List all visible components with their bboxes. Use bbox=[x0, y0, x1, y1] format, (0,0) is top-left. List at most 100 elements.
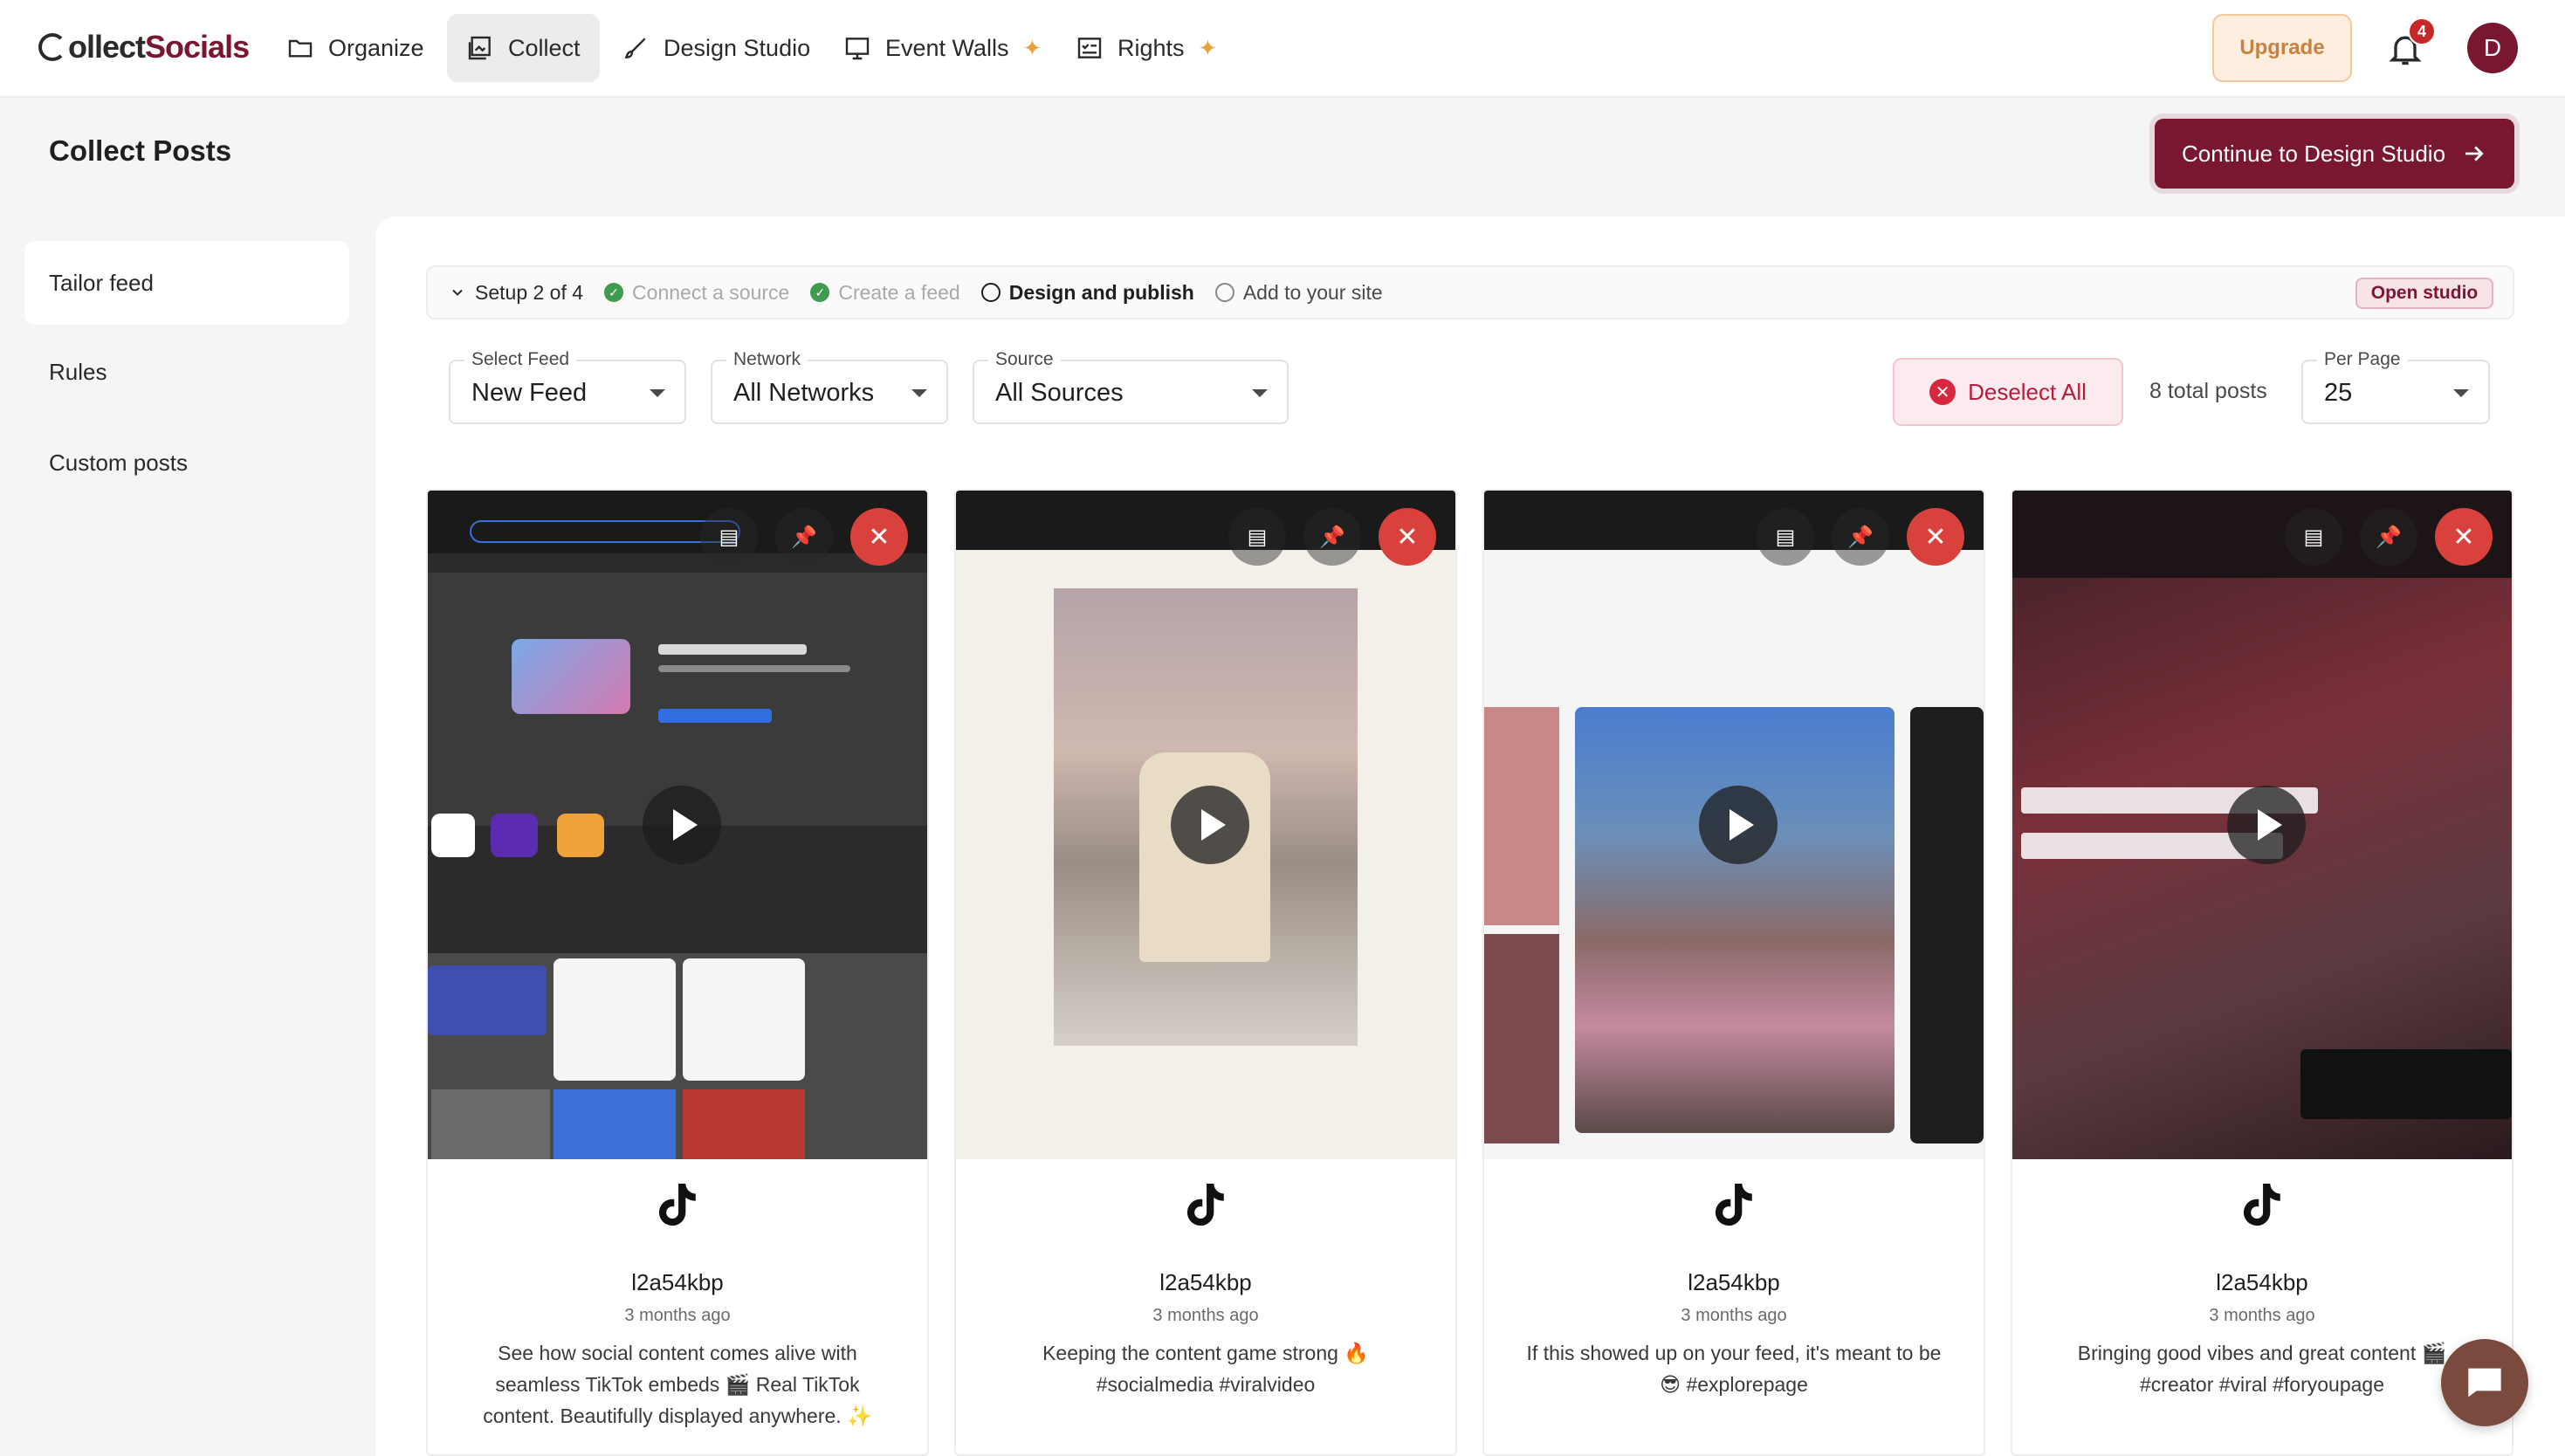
post-caption: Keeping the content game strong 🔥 #socia… bbox=[1042, 1342, 1369, 1396]
select-feed-dropdown[interactable]: Select Feed New Feed bbox=[449, 349, 686, 424]
sidebar-item-rules[interactable]: Rules bbox=[24, 330, 349, 414]
setup-step-connect[interactable]: ✓ Connect a source bbox=[604, 281, 789, 305]
network-label: Network bbox=[726, 349, 808, 370]
sidebar-item-tailor-feed[interactable]: Tailor feed bbox=[24, 241, 349, 325]
remove-post-button[interactable]: ✕ bbox=[2435, 508, 2493, 566]
avatar[interactable]: D bbox=[2467, 23, 2518, 73]
post-time: 3 months ago bbox=[1681, 1306, 1787, 1325]
per-page-label: Per Page bbox=[2317, 349, 2408, 370]
post-author: l2a54kbp bbox=[1688, 1269, 1780, 1295]
select-feed-value: New Feed bbox=[471, 379, 588, 407]
play-icon[interactable] bbox=[1699, 786, 1778, 864]
rights-icon bbox=[1077, 38, 1102, 58]
check-icon: ✓ bbox=[810, 283, 830, 302]
moderate-icon[interactable]: ▤ bbox=[700, 508, 758, 566]
setup-toggle[interactable]: Setup 2 of 4 bbox=[449, 281, 583, 305]
moderate-icon[interactable]: ▤ bbox=[1757, 508, 1814, 566]
chevron-down-icon bbox=[452, 289, 463, 296]
moderate-icon[interactable]: ▤ bbox=[2285, 508, 2342, 566]
nav-organize[interactable]: Organize bbox=[267, 14, 444, 82]
nav-event-walls-label: Event Walls bbox=[885, 34, 1009, 61]
remove-post-button[interactable]: ✕ bbox=[1907, 508, 1964, 566]
network-dropdown[interactable]: Network All Networks bbox=[711, 349, 948, 424]
open-studio-button[interactable]: Open studio bbox=[2355, 278, 2493, 309]
chat-widget-button[interactable] bbox=[2441, 1339, 2528, 1426]
network-value: All Networks bbox=[733, 379, 875, 407]
nav-collect[interactable]: Collect bbox=[447, 14, 600, 82]
post-thumbnail[interactable] bbox=[1484, 491, 1984, 1159]
select-feed-label: Select Feed bbox=[464, 349, 577, 370]
cta-label: Continue to Design Studio bbox=[2181, 140, 2446, 167]
top-navigation: ollect Socials Organize Collect Design St… bbox=[0, 0, 2565, 98]
post-card[interactable]: ▤ 📌 ✕ l2a54kbp 3 months ago Bringing goo… bbox=[2011, 489, 2513, 1456]
setup-step-design[interactable]: Design and publish bbox=[980, 280, 1194, 305]
source-dropdown[interactable]: Source All Sources bbox=[973, 349, 1289, 424]
caret-down-icon bbox=[2453, 389, 2469, 397]
page-title: Collect Posts bbox=[49, 134, 232, 167]
setup-step-create-feed[interactable]: ✓ Create a feed bbox=[810, 280, 960, 305]
post-card[interactable]: ▤ 📌 ✕ l2a54kbp 3 months ago See how soci… bbox=[426, 489, 929, 1456]
nav-event-walls[interactable]: Event Walls ✦ bbox=[824, 14, 1061, 82]
pin-icon[interactable]: 📌 bbox=[2360, 508, 2417, 566]
tiktok-icon bbox=[1715, 1184, 1752, 1226]
per-page-value: 25 bbox=[2324, 379, 2353, 407]
close-circle-icon: ✕ bbox=[1929, 379, 1956, 405]
caret-down-icon bbox=[911, 389, 927, 397]
chat-icon bbox=[2468, 1368, 2501, 1398]
post-card[interactable]: ▤ 📌 ✕ l2a54kbp 3 months ago Keeping the … bbox=[954, 489, 1457, 1456]
nav-rights-label: Rights bbox=[1117, 34, 1185, 61]
source-value: All Sources bbox=[995, 379, 1124, 407]
post-card[interactable]: ▤ 📌 ✕ l2a54kbp 3 months ago If this show… bbox=[1482, 489, 1985, 1456]
brush-icon bbox=[624, 38, 646, 58]
notification-badge: 4 bbox=[2408, 17, 2436, 45]
setup-step-label: Design and publish bbox=[1008, 280, 1194, 304]
pin-icon[interactable]: 📌 bbox=[1303, 508, 1361, 566]
source-label: Source bbox=[988, 349, 1061, 370]
deselect-all-button[interactable]: ✕ Deselect All bbox=[1893, 358, 2123, 426]
caret-down-icon bbox=[650, 389, 665, 397]
setup-step-label: Create a feed bbox=[838, 280, 960, 304]
remove-post-button[interactable]: ✕ bbox=[850, 508, 908, 566]
post-time: 3 months ago bbox=[1152, 1306, 1259, 1325]
logo-mark bbox=[38, 33, 66, 61]
logo-text-part1: ollect bbox=[68, 29, 146, 65]
per-page-dropdown[interactable]: Per Page 25 bbox=[2301, 349, 2490, 424]
nav-collect-label: Collect bbox=[508, 34, 581, 61]
play-icon[interactable] bbox=[2227, 786, 2306, 864]
nav-design-studio-label: Design Studio bbox=[664, 34, 811, 61]
nav-rights[interactable]: Rights ✦ bbox=[1056, 14, 1236, 82]
pin-icon[interactable]: 📌 bbox=[775, 508, 833, 566]
post-time: 3 months ago bbox=[624, 1306, 731, 1325]
post-author: l2a54kbp bbox=[631, 1269, 724, 1295]
play-icon[interactable] bbox=[1171, 786, 1249, 864]
tiktok-icon bbox=[1186, 1184, 1224, 1226]
post-thumbnail[interactable] bbox=[2012, 491, 2512, 1159]
circle-icon bbox=[980, 283, 1001, 302]
caret-down-icon bbox=[1252, 389, 1268, 397]
moderate-icon[interactable]: ▤ bbox=[1228, 508, 1286, 566]
deselect-all-label: Deselect All bbox=[1968, 378, 2087, 405]
logo[interactable]: ollect Socials bbox=[38, 26, 250, 68]
pin-icon[interactable]: 📌 bbox=[1832, 508, 1889, 566]
post-author: l2a54kbp bbox=[2216, 1269, 2308, 1295]
upgrade-button[interactable]: Upgrade bbox=[2212, 14, 2352, 82]
total-posts: 8 total posts bbox=[2149, 379, 2267, 403]
tiktok-icon bbox=[658, 1184, 696, 1226]
sparkle-icon: ✦ bbox=[1022, 34, 1042, 61]
setup-step-add-site[interactable]: Add to your site bbox=[1214, 281, 1383, 305]
post-caption: See how social content comes alive with … bbox=[483, 1342, 872, 1427]
arrow-right-icon bbox=[2465, 146, 2484, 161]
post-thumbnail[interactable] bbox=[956, 491, 1455, 1159]
post-time: 3 months ago bbox=[2209, 1306, 2315, 1325]
monitor-icon bbox=[845, 38, 870, 60]
remove-post-button[interactable]: ✕ bbox=[1379, 508, 1436, 566]
nav-design-studio[interactable]: Design Studio bbox=[602, 14, 829, 82]
play-icon[interactable] bbox=[643, 786, 721, 864]
sparkle-icon: ✦ bbox=[1198, 34, 1218, 61]
setup-progress[interactable]: Setup 2 of 4 ✓ Connect a source ✓ Create… bbox=[426, 265, 2514, 319]
setup-step-label: Connect a source bbox=[632, 280, 790, 304]
continue-to-design-studio-button[interactable]: Continue to Design Studio bbox=[2155, 119, 2514, 189]
post-thumbnail[interactable] bbox=[428, 491, 927, 1159]
collect-icon bbox=[468, 36, 491, 60]
sidebar-item-custom-posts[interactable]: Custom posts bbox=[24, 421, 349, 505]
